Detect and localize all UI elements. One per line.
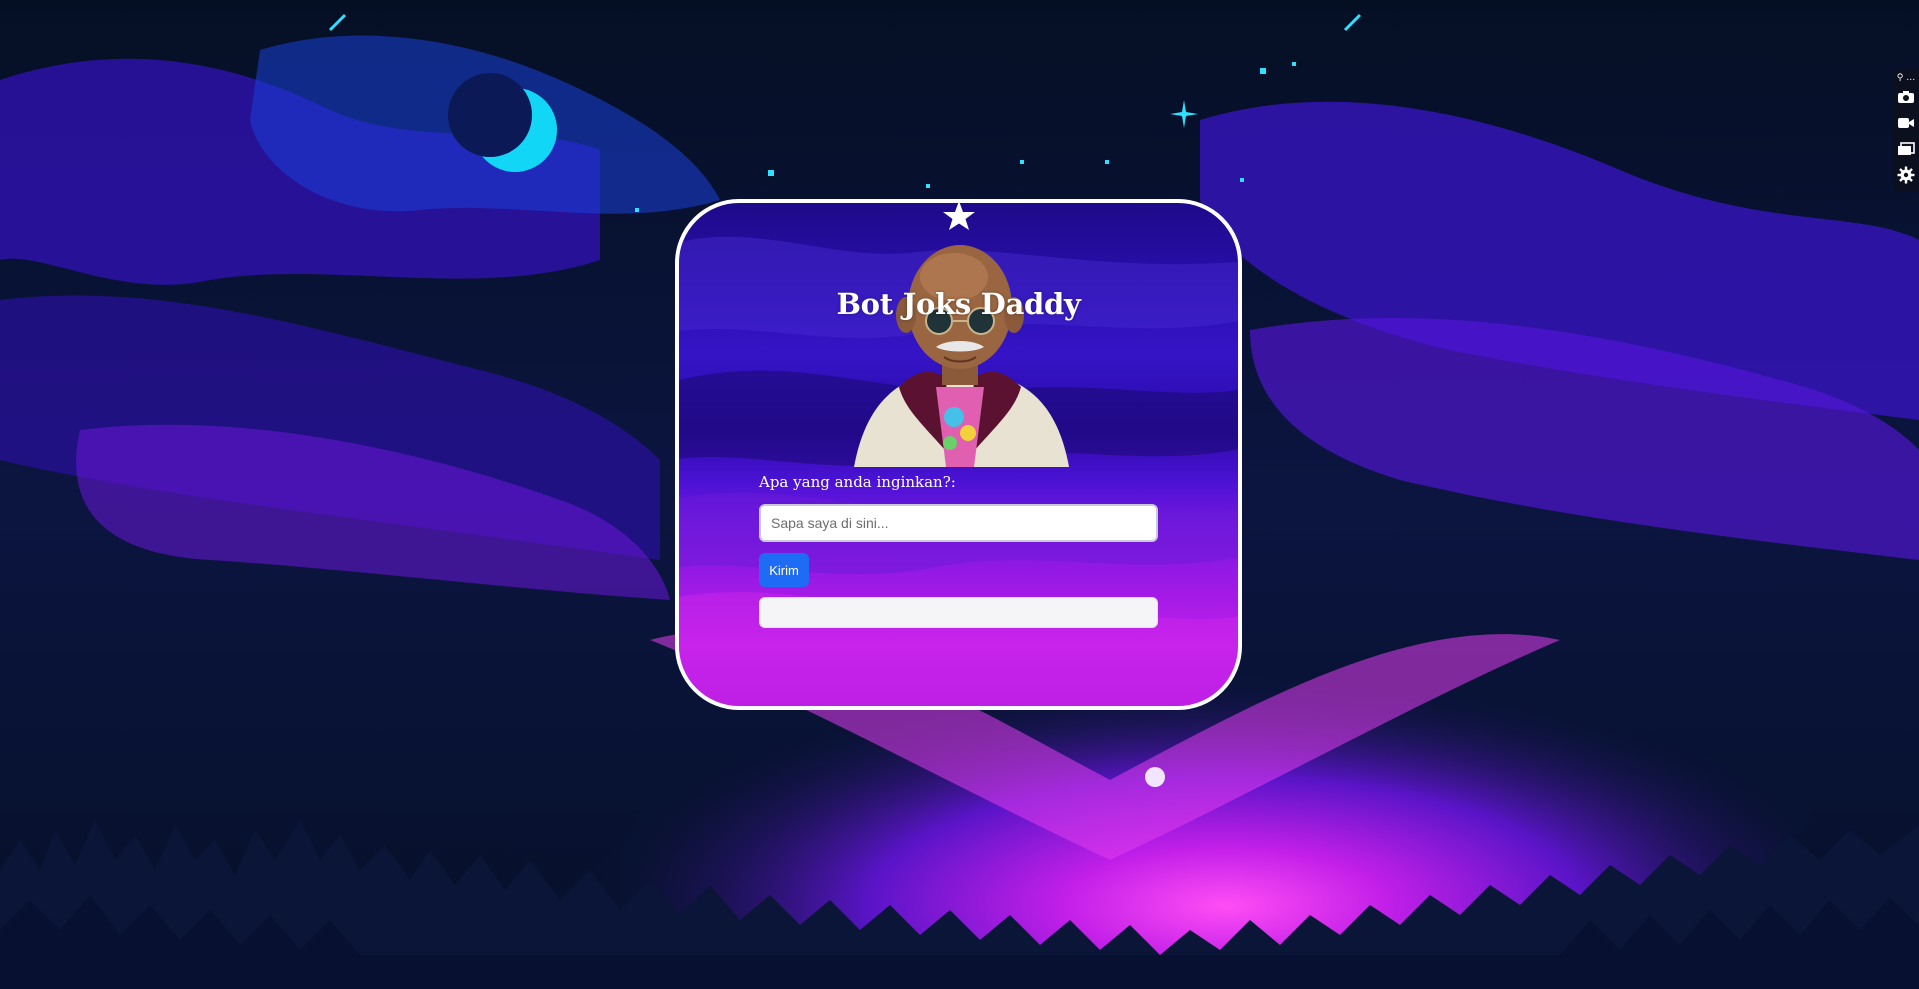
response-output bbox=[759, 597, 1158, 628]
gear-icon[interactable] bbox=[1895, 162, 1917, 188]
star-icon bbox=[943, 203, 975, 230]
page-title: Bot Joks Daddy bbox=[836, 287, 1081, 321]
windows-icon[interactable] bbox=[1895, 136, 1917, 162]
toolbar-handle[interactable]: ⚲ … bbox=[1897, 72, 1915, 84]
chat-input[interactable] bbox=[759, 504, 1158, 542]
video-camera-icon[interactable] bbox=[1895, 110, 1917, 136]
chatbot-card: Bot Joks Daddy Apa yang anda inginkan?: … bbox=[675, 199, 1242, 710]
input-label: Apa yang anda inginkan?: bbox=[759, 473, 956, 491]
bot-avatar-portrait bbox=[854, 245, 1069, 467]
send-button[interactable]: Kirim bbox=[759, 553, 809, 587]
side-toolbar: ⚲ … bbox=[1893, 70, 1919, 192]
camera-icon[interactable] bbox=[1895, 84, 1917, 110]
